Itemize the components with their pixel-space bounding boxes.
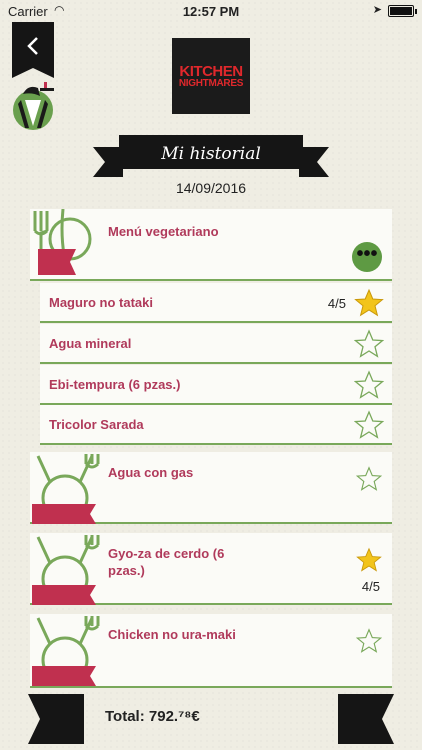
menu-item-rating: 4/5 xyxy=(327,296,346,311)
history-date: 14/09/2016 xyxy=(175,180,247,196)
menu-item-row[interactable]: Maguro no tataki 4/5 xyxy=(40,283,392,323)
star-filled-icon[interactable] xyxy=(354,288,384,318)
more-options-button[interactable]: ••• xyxy=(352,242,382,272)
star-outline-icon[interactable] xyxy=(356,628,382,654)
total-label: Total: 792.⁷⁸€ xyxy=(105,708,200,725)
dish-icon xyxy=(32,535,100,605)
order-title: Chicken no ura-maki xyxy=(108,627,236,642)
status-bar: Carrier ◠ 12:57 PM ➤ xyxy=(0,0,422,22)
star-outline-icon[interactable] xyxy=(356,466,382,492)
menu-item-name: Agua mineral xyxy=(49,336,132,351)
waiter-mascot-icon xyxy=(10,80,56,132)
menu-title: Menú vegetariano xyxy=(108,224,219,239)
logo-line1: KITCHEN xyxy=(179,62,243,80)
order-rating: 4/5 xyxy=(361,579,380,594)
menu-item-row[interactable]: Tricolor Sarada xyxy=(40,405,392,445)
order-card[interactable]: Gyo-za de cerdo (6 pzas.) 4/5 xyxy=(30,533,392,605)
star-filled-icon[interactable] xyxy=(356,547,382,573)
battery-icon xyxy=(388,5,417,17)
back-button[interactable] xyxy=(12,22,54,78)
total-banner: Total: 792.⁷⁸€ xyxy=(28,694,394,744)
location-icon: ➤ xyxy=(372,4,382,16)
order-card[interactable]: Chicken no ura-maki xyxy=(30,614,392,688)
logo-line2: NIGHTMARES xyxy=(178,77,244,89)
star-outline-icon[interactable] xyxy=(354,329,384,359)
kitchen-nightmares-logo: KITCHEN NIGHTMARES xyxy=(172,38,250,114)
menu-card[interactable]: Menú vegetariano ••• xyxy=(30,209,392,281)
page-title-ribbon: Mi historial xyxy=(93,133,329,179)
order-card[interactable]: Agua con gas xyxy=(30,452,392,524)
order-title: Agua con gas xyxy=(108,465,194,480)
status-time: 12:57 PM xyxy=(182,4,240,19)
menu-item-name: Ebi-tempura (6 pzas.) xyxy=(49,377,181,392)
dish-icon xyxy=(32,454,100,524)
menu-item-name: Tricolor Sarada xyxy=(49,417,144,432)
menu-item-row[interactable]: Agua mineral xyxy=(40,324,392,364)
page-title: Mi historial xyxy=(161,144,261,164)
star-outline-icon[interactable] xyxy=(354,410,384,440)
dish-icon xyxy=(32,616,100,686)
star-outline-icon[interactable] xyxy=(354,370,384,400)
menu-item-row[interactable]: Ebi-tempura (6 pzas.) xyxy=(40,365,392,405)
menu-item-name: Maguro no tataki xyxy=(49,295,154,310)
dish-icon xyxy=(33,209,92,275)
order-title: Gyo-za de cerdo (6 pzas.) xyxy=(108,546,225,578)
